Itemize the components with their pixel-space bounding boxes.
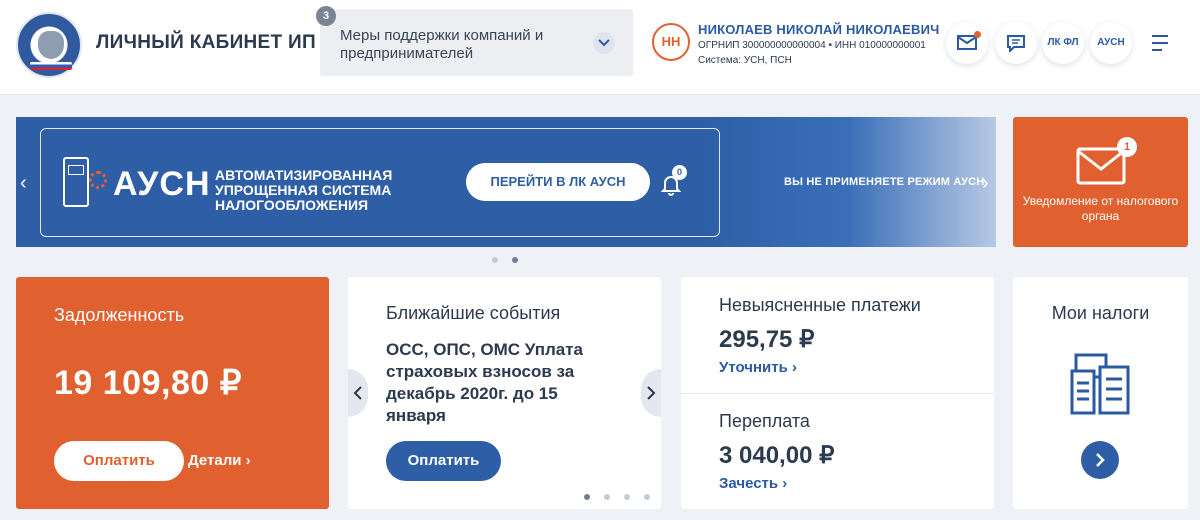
event-pay-button[interactable]: Оплатить <box>386 441 501 481</box>
user-name[interactable]: НИКОЛАЕВ НИКОЛАЙ НИКОЛАЕВИЧ <box>698 22 939 37</box>
menu-icon[interactable] <box>1150 34 1170 57</box>
ausn-status-text: ВЫ НЕ ПРИМЕНЯЕТЕ РЕЖИМ АУСН <box>784 176 985 188</box>
event-description: ОСС, ОПС, ОМС Уплата страховых взносов з… <box>386 340 584 425</box>
support-measures-label: Меры поддержки компаний и предпринимател… <box>340 27 544 62</box>
payments-card: Невыясненные платежи 295,75 ₽ Уточнить ›… <box>681 277 994 509</box>
ausn-banner-frame: АУСН АВТОМАТИЗИРОВАННАЯ УПРОЩЕННАЯ СИСТЕ… <box>40 128 720 237</box>
go-to-ausn-button[interactable]: ПЕРЕЙТИ В ЛК АУСН <box>466 163 650 201</box>
banner-pagination <box>492 257 532 263</box>
unclear-payments-title: Невыясненные платежи <box>719 295 921 315</box>
notification-label: Уведомление от налогового органа <box>1022 194 1179 223</box>
events-pagination <box>584 494 654 500</box>
debt-amount: 19 109,80 ₽ <box>54 364 242 402</box>
support-count-badge: 3 <box>316 6 336 26</box>
pagination-dot[interactable] <box>644 494 650 500</box>
tax-documents-icon <box>1070 353 1130 415</box>
banner-next-button[interactable]: › <box>982 172 989 195</box>
ausn-description: АВТОМАТИЗИРОВАННАЯ УПРОЩЕННАЯ СИСТЕМА НА… <box>215 167 393 213</box>
brand-title: ЛИЧНЫЙ КАБИНЕТ ИП <box>96 32 316 53</box>
pagination-dot-active[interactable] <box>584 494 590 500</box>
notification-count-badge: 1 <box>1117 137 1137 157</box>
debt-title: Задолженность <box>54 305 185 325</box>
clarify-link[interactable]: Уточнить › <box>719 359 797 376</box>
top-header: ЛИЧНЫЙ КАБИНЕТ ИП 3 Меры поддержки компа… <box>0 0 1200 95</box>
tax-notification-tile[interactable] <box>1013 117 1188 247</box>
unclear-payments-amount: 295,75 ₽ <box>719 326 815 353</box>
pagination-dot[interactable] <box>604 494 610 500</box>
upcoming-events-card: Ближайшие события ОСС, ОПС, ОМС Уплата с… <box>348 277 661 509</box>
chevron-down-icon[interactable] <box>593 32 615 54</box>
chat-icon <box>1007 35 1025 52</box>
unread-dot-icon <box>974 31 981 38</box>
avatar[interactable]: НН <box>652 23 690 61</box>
fns-logo[interactable] <box>16 12 82 78</box>
flag-ribbon-icon <box>30 62 72 70</box>
ausn-banner: ‹ АУСН АВТОМАТИЗИРОВАННАЯ УПРОЩЕННАЯ СИС… <box>16 117 996 247</box>
pagination-dot[interactable] <box>624 494 630 500</box>
eagle-emblem-icon <box>38 31 64 59</box>
banner-prev-button[interactable]: ‹ <box>20 172 27 195</box>
divider <box>681 393 994 394</box>
my-taxes-card[interactable]: Мои налоги <box>1013 277 1188 509</box>
gear-icon <box>89 171 107 189</box>
overpayment-amount: 3 040,00 ₽ <box>719 442 835 469</box>
lk-fl-button[interactable]: ЛК ФЛ <box>1042 22 1084 64</box>
ausn-header-button[interactable]: АУСН <box>1090 22 1132 64</box>
chevron-right-icon <box>647 386 656 400</box>
user-tax-system: Система: УСН, ПСН <box>698 55 792 66</box>
debt-details-link[interactable]: Детали › <box>188 452 251 469</box>
pagination-dot-active[interactable] <box>512 257 518 263</box>
messages-button[interactable] <box>946 22 988 64</box>
chevron-right-icon <box>1096 453 1105 467</box>
events-next-button[interactable] <box>641 369 661 417</box>
offset-link[interactable]: Зачесть › <box>719 475 787 492</box>
debt-pay-button[interactable]: Оплатить <box>54 441 184 481</box>
events-title: Ближайшие события <box>386 303 561 323</box>
my-taxes-title: Мои налоги <box>1051 303 1150 323</box>
events-prev-button[interactable] <box>348 369 368 417</box>
debt-card: Задолженность 19 109,80 ₽ Оплатить Детал… <box>16 277 329 509</box>
overpayment-title: Переплата <box>719 411 810 431</box>
my-taxes-open-button[interactable] <box>1081 441 1119 479</box>
ausn-logo-text: АУСН <box>113 165 211 203</box>
chat-button[interactable] <box>995 22 1037 64</box>
pagination-dot[interactable] <box>492 257 498 263</box>
user-ids: ОГРНИП 300000000000004 • ИНН 01000000000… <box>698 40 926 51</box>
chevron-left-icon <box>353 386 362 400</box>
bell-count-badge: 0 <box>672 165 687 180</box>
terminal-icon <box>63 157 89 207</box>
